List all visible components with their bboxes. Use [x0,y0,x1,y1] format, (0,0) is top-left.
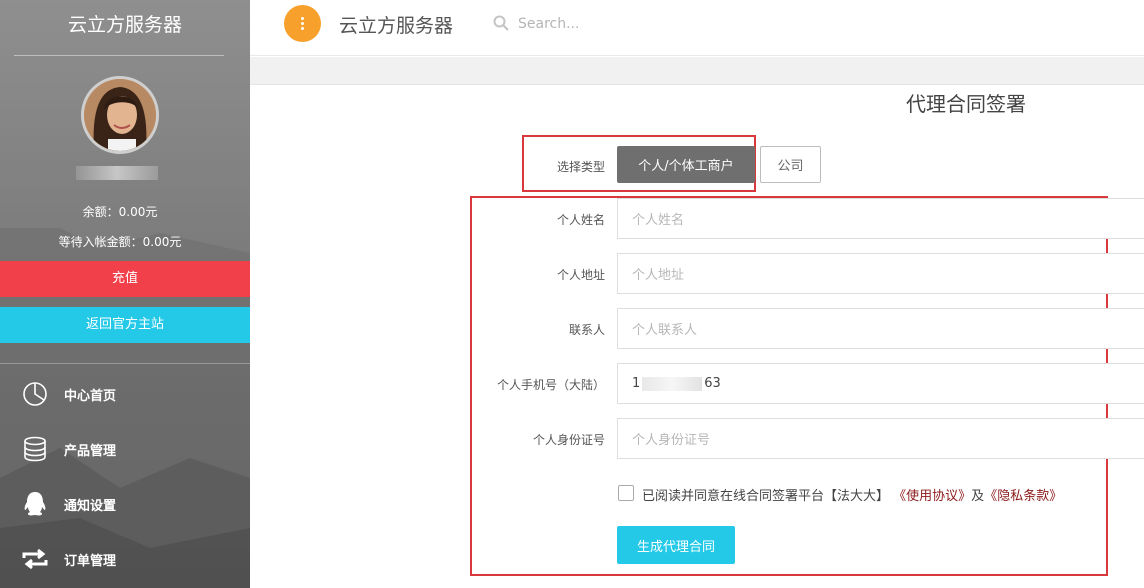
privacy-policy-link[interactable]: 《隐私条款》 [984,489,1062,504]
agree-text: 已阅读并同意在线合同签署平台【法大大】 《使用协议》及《隐私条款》 [642,485,1062,504]
dot-icon [301,22,304,25]
back-home-button[interactable]: 返回官方主站 [0,307,250,343]
sidebar-item-orders[interactable]: 订单管理 [0,539,250,579]
sidebar-brand: 云立方服务器 [67,14,182,36]
field-label-phone: 个人手机号（大陆） [496,378,605,392]
sidebar-item-products[interactable]: 产品管理 [0,429,250,469]
balance-label: 余额：0.00元 [82,205,158,219]
dot-icon [301,17,304,20]
field-label-id: 个人身份证号 [532,433,605,447]
sidebar-item-label: 订单管理 [64,553,117,569]
divider [14,55,224,56]
pending-amount-label: 等待入帐金额：0.00元 [58,235,182,249]
field-label-address: 个人地址 [556,268,605,282]
search-input[interactable] [518,12,718,36]
phone-suffix: 63 [704,376,721,391]
menu-toggle-button[interactable] [284,5,321,42]
sidebar-item-label: 产品管理 [64,443,117,459]
usage-agreement-link[interactable]: 《使用协议》 [893,489,971,504]
id-number-field[interactable]: 个人身份证号 [617,418,1144,459]
username-masked [76,166,158,180]
agree-and: 及 [971,489,985,504]
top-bar: 云立方服务器 [250,0,1144,56]
avatar[interactable] [81,76,159,154]
sidebar-item-label: 中心首页 [64,388,117,404]
generate-contract-button[interactable]: 生成代理合同 [617,526,735,564]
database-icon [20,434,50,464]
sidebar-item-home[interactable]: 中心首页 [0,374,250,414]
pie-chart-icon [20,379,50,409]
contact-field[interactable]: 个人联系人 [617,308,1144,349]
phone-field[interactable]: 1 63 [617,363,1144,404]
search-icon[interactable] [493,15,509,31]
phone-masked [642,376,703,391]
divider [0,363,250,364]
recharge-button[interactable]: 充值 [0,261,250,297]
dot-icon [301,27,304,30]
qq-penguin-icon [20,489,50,519]
field-label-name: 个人姓名 [556,213,605,227]
field-label-contact: 联系人 [568,323,605,337]
sidebar-item-notifications[interactable]: 通知设置 [0,484,250,524]
page-title: 代理合同签署 [906,92,1026,116]
sidebar-item-label: 通知设置 [64,498,117,514]
type-option-individual[interactable]: 个人/个体工商户 [617,146,755,183]
phone-prefix: 1 [632,376,641,391]
name-field[interactable]: 个人姓名 [617,198,1144,239]
breadcrumb-strip [250,57,1144,85]
type-option-company[interactable]: 公司 [760,146,821,183]
page-header-title: 云立方服务器 [339,15,454,37]
sidebar: 云立方服务器 余额：0.00元 等待入帐金额：0.00元 充值 返回官方主站 中… [0,0,250,588]
type-label: 选择类型 [557,160,606,174]
agree-checkbox[interactable] [618,485,634,501]
address-field[interactable]: 个人地址 [617,253,1144,294]
agree-statement: 已阅读并同意在线合同签署平台【法大大】 [642,489,890,504]
swap-arrows-icon [20,544,50,574]
